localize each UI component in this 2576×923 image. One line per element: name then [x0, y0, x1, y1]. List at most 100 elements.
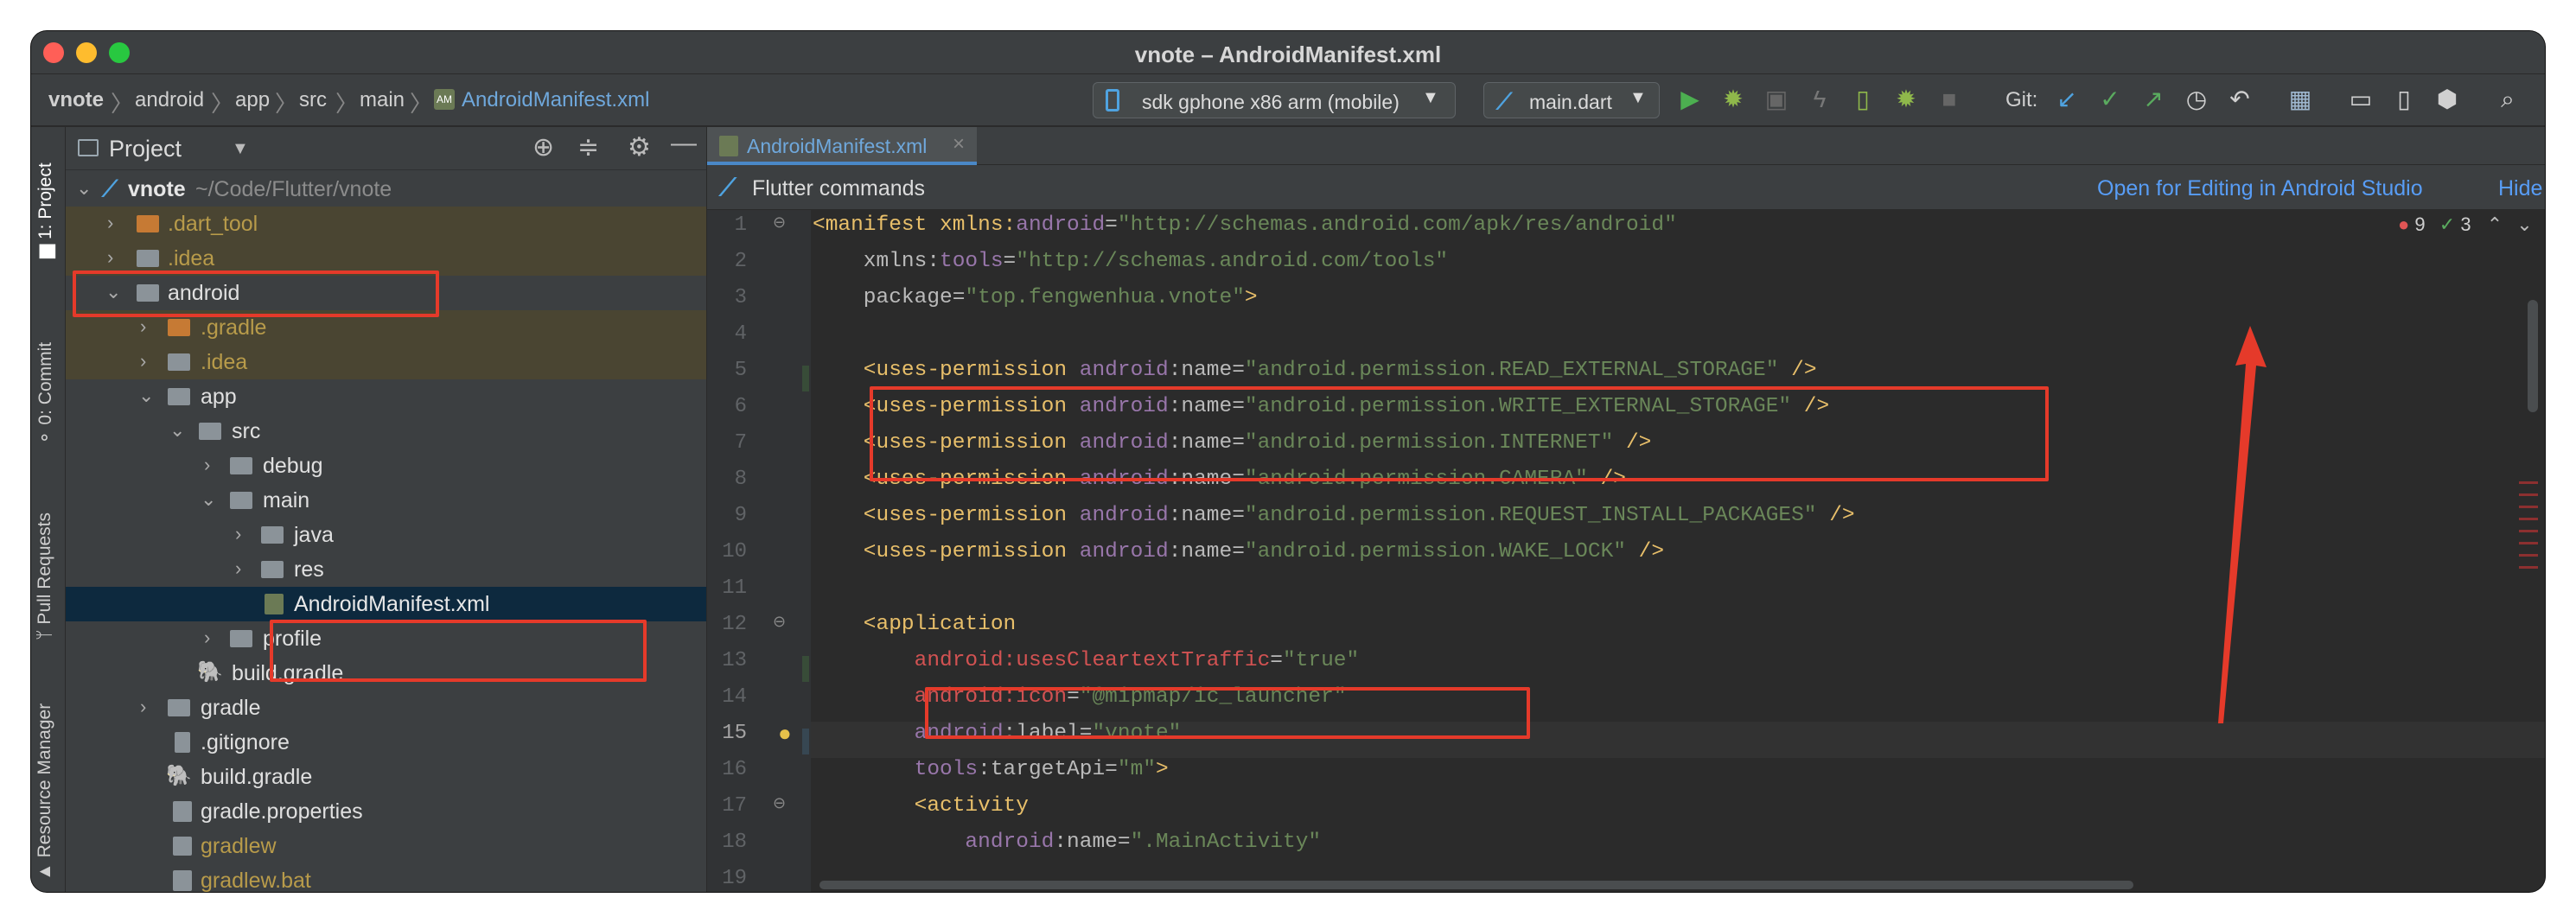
project-structure-icon[interactable]: ▦: [2287, 86, 2313, 112]
breadcrumb-main[interactable]: main: [360, 88, 405, 112]
sdk-manager-icon[interactable]: ⬢: [2434, 86, 2460, 112]
chevron-right-icon[interactable]: ›: [204, 627, 210, 649]
tree-label: main: [263, 488, 310, 512]
open-in-android-studio-link[interactable]: Open for Editing in Android Studio: [2097, 176, 2423, 201]
attach-icon[interactable]: ▯: [1850, 86, 1876, 112]
tab-project[interactable]: ▆ 1: Project: [35, 162, 56, 258]
debug-attach-icon[interactable]: ✹: [1893, 86, 1919, 112]
tree-row-dart-tool[interactable]: › .dart_tool: [66, 207, 706, 241]
git-label: Git:: [2005, 88, 2038, 111]
tree-row-gitignore[interactable]: .gitignore: [66, 725, 706, 760]
chevron-down-icon[interactable]: ⌄: [2516, 213, 2532, 235]
fold-icon[interactable]: ⊖: [773, 213, 786, 232]
breadcrumb-android[interactable]: android: [135, 88, 204, 112]
tree-row-main[interactable]: ⌄ main: [66, 483, 706, 518]
horizontal-scrollbar[interactable]: [819, 881, 2133, 889]
history-icon[interactable]: ◷: [2184, 86, 2209, 112]
tree-row-gradle[interactable]: › gradle: [66, 691, 706, 725]
tree-label: AndroidManifest.xml: [294, 592, 490, 616]
chevron-right-icon[interactable]: ›: [140, 696, 146, 718]
tree-row-vnote[interactable]: ⌄ ⟋ vnote ~/Code/Flutter/vnote: [66, 172, 706, 207]
tree-row-gradlew-bat[interactable]: gradlew.bat: [66, 863, 706, 892]
chevron-right-icon[interactable]: ›: [235, 523, 241, 545]
tree-row-app[interactable]: ⌄ app: [66, 379, 706, 414]
folder-icon: [137, 215, 159, 232]
fold-icon[interactable]: ⊖: [773, 613, 786, 631]
git-update-icon[interactable]: ↙: [2054, 86, 2080, 112]
avd-manager-icon[interactable]: ▯: [2391, 86, 2417, 112]
chevron-right-icon[interactable]: ›: [140, 315, 146, 338]
locate-icon[interactable]: ⊕: [532, 132, 554, 162]
git-commit-icon[interactable]: ✓: [2097, 86, 2123, 112]
change-marker: [802, 729, 809, 754]
breadcrumb-vnote[interactable]: vnote: [48, 88, 104, 112]
tree-row-android-manifest[interactable]: AndroidManifest.xml: [66, 587, 706, 621]
debug-icon[interactable]: ✹: [1720, 86, 1746, 112]
tree-row-build-gradle[interactable]: 🐘 build.gradle: [66, 760, 706, 794]
code-line: <uses-permission android:name="android.p…: [813, 359, 1817, 382]
coverage-icon[interactable]: ▣: [1763, 86, 1789, 112]
chevron-right-icon[interactable]: ›: [140, 350, 146, 372]
error-count: 9: [2414, 213, 2426, 235]
warning-icon: ✓: [2439, 213, 2456, 235]
line-number: 12: [722, 613, 747, 636]
tree-row-idea-2[interactable]: › .idea: [66, 345, 706, 379]
close-icon[interactable]: ×: [953, 132, 965, 156]
tree-row-gradle-properties[interactable]: gradle.properties: [66, 794, 706, 829]
run-config-selector[interactable]: ⟋ main.dart ▼: [1483, 82, 1660, 118]
tab-pull-requests[interactable]: ᛘ Pull Requests: [35, 512, 55, 640]
git-push-icon[interactable]: ↗: [2140, 86, 2166, 112]
inspection-widget[interactable]: ● 9 ✓ 3 ⌃ ⌄: [2398, 213, 2545, 245]
tab-commit[interactable]: ⚬ 0: Commit: [35, 342, 56, 445]
tab-label: AndroidManifest.xml: [747, 135, 928, 157]
code-line: <application: [813, 613, 1017, 636]
phone-icon: [1106, 89, 1119, 111]
xml-file-icon: [719, 136, 738, 156]
stop-icon[interactable]: ■: [1936, 86, 1962, 112]
breadcrumb-src[interactable]: src: [299, 88, 327, 112]
hide-panel-icon[interactable]: —: [671, 129, 697, 158]
chevron-right-icon[interactable]: ›: [204, 454, 210, 476]
breadcrumb-app[interactable]: app: [235, 88, 270, 112]
editor-scrollbar[interactable]: [2528, 300, 2538, 412]
chevron-right-icon[interactable]: ›: [107, 212, 113, 234]
tree-row-gradlew[interactable]: gradlew: [66, 829, 706, 863]
tree-row-src[interactable]: ⌄ src: [66, 414, 706, 449]
chevron-down-icon[interactable]: ▼: [232, 139, 249, 159]
gear-icon[interactable]: ⚙: [628, 132, 651, 162]
tab-resource-manager[interactable]: ▲ Resource Manager: [35, 703, 55, 881]
batch-file-icon: [173, 870, 192, 891]
tree-label: java: [294, 523, 334, 547]
device-manager-icon[interactable]: ▭: [2348, 86, 2374, 112]
tree-row-res[interactable]: › res: [66, 552, 706, 587]
tree-label: gradlew: [201, 834, 277, 858]
chevron-down-icon[interactable]: ⌄: [76, 177, 92, 200]
line-gutter: 1 2 3 4 5 6 7 8 9 10 11 12 13 14 15 16 1…: [707, 210, 811, 892]
line-number: 15: [722, 722, 747, 745]
collapse-all-icon[interactable]: ≑: [577, 132, 599, 162]
run-icon[interactable]: ▶: [1677, 86, 1703, 112]
search-icon[interactable]: ⌕: [2495, 86, 2521, 112]
chevron-right-icon[interactable]: ›: [107, 246, 113, 269]
tree-row-java[interactable]: › java: [66, 518, 706, 552]
folder-icon: [230, 457, 252, 474]
rollback-icon[interactable]: ↶: [2227, 86, 2253, 112]
chevron-right-icon[interactable]: ›: [235, 557, 241, 580]
chevron-down-icon[interactable]: ⌄: [169, 419, 185, 442]
device-selector[interactable]: sdk gphone x86 arm (mobile) ▼: [1093, 82, 1456, 118]
chevron-up-icon[interactable]: ⌃: [2487, 213, 2503, 235]
lightbulb-icon[interactable]: ●: [778, 720, 792, 747]
breadcrumb-file[interactable]: AndroidManifest.xml: [462, 88, 649, 112]
editor-tab-bar: AndroidManifest.xml ×: [707, 127, 2545, 165]
hide-banner-link[interactable]: Hide: [2498, 176, 2542, 201]
fold-icon[interactable]: ⊖: [773, 794, 786, 812]
project-view-selector[interactable]: Project: [109, 136, 182, 162]
hot-reload-icon[interactable]: ϟ: [1807, 86, 1833, 112]
line-number: 19: [722, 867, 747, 890]
chevron-down-icon[interactable]: ⌄: [138, 385, 154, 407]
chevron-down-icon[interactable]: ⌄: [201, 488, 216, 511]
tab-project-label: 1: Project: [35, 162, 55, 240]
tab-android-manifest[interactable]: AndroidManifest.xml ×: [707, 127, 977, 165]
tree-row-debug[interactable]: › debug: [66, 449, 706, 483]
tree-label: build.gradle: [201, 765, 313, 789]
